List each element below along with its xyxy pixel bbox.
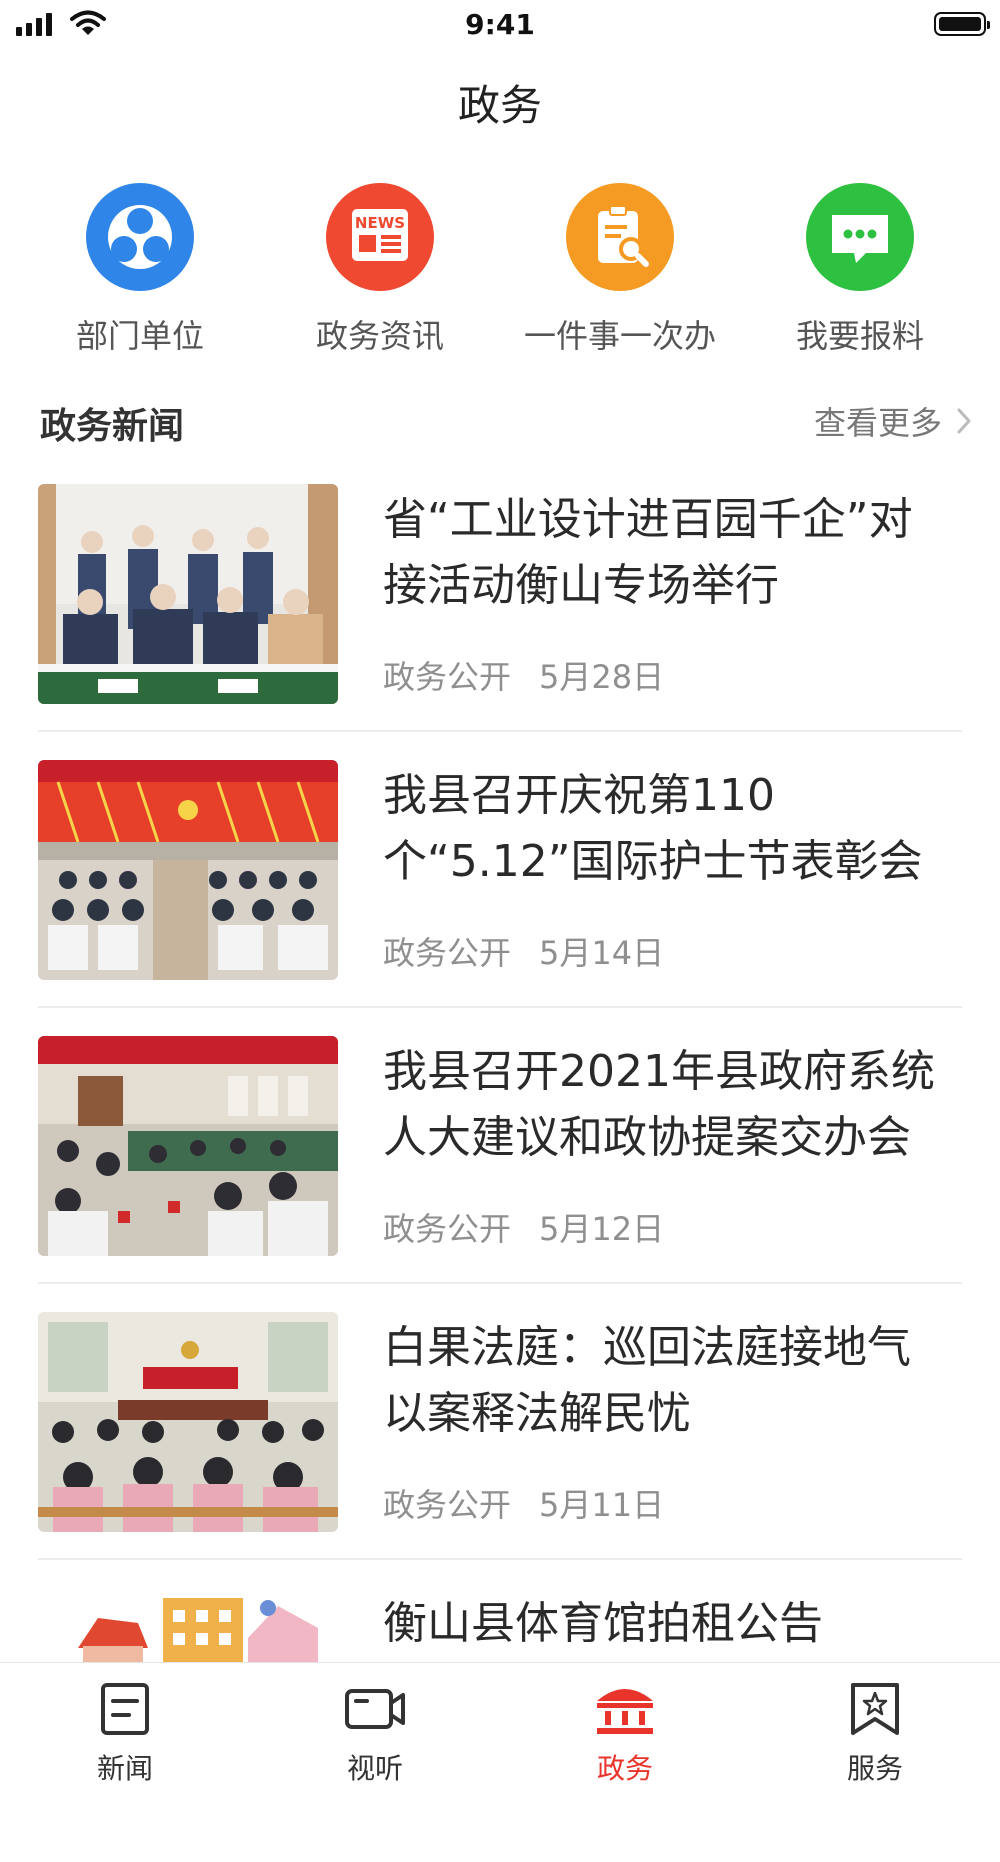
news-item[interactable]: 我县召开2021年县政府系统人大建议和政协提案交办会 政务公开 5月12日 [0, 1034, 1000, 1310]
tab-government[interactable]: 政务 [500, 1663, 750, 1785]
video-camera-icon [345, 1689, 405, 1729]
quick-entry-one-stop[interactable]: 一件事一次办 [520, 183, 720, 357]
news-date: 5月28日 [539, 658, 665, 696]
news-source: 政务公开 [383, 658, 512, 696]
chevron-right-icon [957, 408, 971, 434]
status-bar: 9:41 [0, 0, 1000, 50]
quick-entry-row: 部门单位 NEWS 政务资讯 一件事一次办 我要报料 [0, 183, 1000, 355]
bookmark-star-icon [851, 1683, 899, 1735]
news-date: 5月12日 [539, 1210, 665, 1248]
tab-label: 政务 [596, 1752, 653, 1785]
tab-label: 新闻 [96, 1752, 153, 1785]
news-date: 5月11日 [539, 1486, 665, 1524]
news-title: 我县召开2021年县政府系统人大建议和政协提案交办会 [383, 1046, 935, 1163]
divider [38, 730, 962, 732]
news-thumbnail [38, 1036, 338, 1256]
quick-entry-gov-news[interactable]: NEWS 政务资讯 [280, 183, 480, 357]
news-meta: 政务公开 5月28日 [383, 652, 664, 698]
news-list: 省“工业设计进百园千企”对接活动衡山专场举行 政务公开 5月28日 我县召开庆祝第… [0, 482, 1000, 1862]
news-title: 衡山县体育馆拍租公告 [383, 1598, 823, 1649]
news-meta: 政务公开 5月12日 [383, 1204, 664, 1250]
tab-label: 视听 [346, 1752, 403, 1785]
news-item[interactable]: 省“工业设计进百园千企”对接活动衡山专场举行 政务公开 5月28日 [0, 482, 1000, 758]
news-thumbnail [38, 760, 338, 980]
view-more-label: 查看更多 [813, 404, 942, 442]
news-thumbnail [38, 484, 338, 704]
news-title: 省“工业设计进百园千企”对接活动衡山专场举行 [383, 494, 913, 611]
bottom-tab-bar: 新闻 视听 政务 服务 [0, 1662, 1000, 1785]
government-building-icon [597, 1689, 653, 1734]
quick-entry-label: 我要报料 [795, 317, 924, 355]
news-icon: NEWS [326, 183, 434, 291]
quick-entry-report[interactable]: 我要报料 [760, 183, 960, 357]
news-date: 5月14日 [539, 934, 665, 972]
divider [38, 1558, 962, 1560]
news-title: 我县召开庆祝第110个“5.12”国际护士节表彰会 [383, 770, 923, 887]
news-source: 政务公开 [383, 934, 512, 972]
news-meta: 政务公开 5月14日 [383, 928, 664, 974]
tab-label: 服务 [846, 1752, 903, 1785]
news-title: 白果法庭：巡回法庭接地气以案释法解民忧 [383, 1322, 911, 1439]
section-title: 政务新闻 [40, 406, 185, 447]
view-more-link[interactable]: 查看更多 [814, 398, 972, 444]
news-doc-icon [101, 1683, 149, 1735]
quick-entry-label: 政务资讯 [315, 317, 444, 355]
news-source: 政务公开 [383, 1486, 512, 1524]
news-item[interactable]: 我县召开庆祝第110个“5.12”国际护士节表彰会 政务公开 5月14日 [0, 758, 1000, 1034]
message-bubble-icon [806, 183, 914, 291]
quick-entry-departments[interactable]: 部门单位 [40, 183, 240, 357]
divider [38, 1282, 962, 1284]
status-time: 9:41 [465, 8, 535, 41]
page-title: 政务 [457, 81, 542, 130]
battery-icon [934, 12, 990, 36]
people-group-icon [86, 183, 194, 291]
quick-entry-label: 一件事一次办 [523, 317, 716, 355]
svg-text:NEWS: NEWS [355, 214, 405, 232]
news-item[interactable]: 白果法庭：巡回法庭接地气以案释法解民忧 政务公开 5月11日 [0, 1310, 1000, 1586]
news-thumbnail [38, 1312, 338, 1532]
news-source: 政务公开 [383, 1210, 512, 1248]
tab-video[interactable]: 视听 [250, 1663, 500, 1785]
divider [38, 1006, 962, 1008]
news-meta: 政务公开 5月11日 [383, 1480, 664, 1526]
tab-news[interactable]: 新闻 [0, 1663, 250, 1785]
clipboard-search-icon [566, 183, 674, 291]
quick-entry-label: 部门单位 [75, 317, 204, 355]
tab-service[interactable]: 服务 [750, 1663, 1000, 1785]
